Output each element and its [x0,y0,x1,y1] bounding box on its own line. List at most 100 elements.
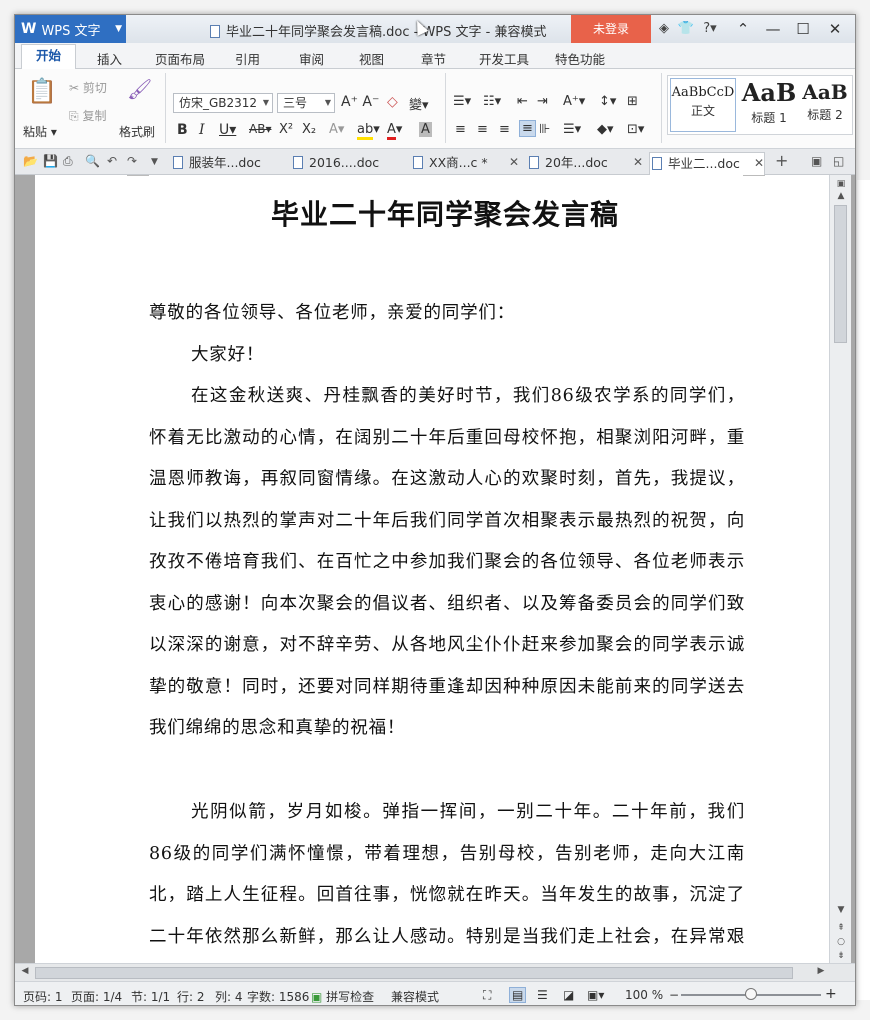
indent-icon[interactable]: ⇥ [537,94,548,109]
change-case-icon[interactable]: A⁺▾ [563,94,585,109]
underline-button[interactable]: U▾ [219,122,236,138]
scroll-up-icon[interactable]: ▲ [830,191,852,201]
tab-page-layout[interactable]: 页面布局 [155,49,205,68]
feedback-icon[interactable]: ◈ [655,21,673,36]
tab-review[interactable]: 审阅 [299,49,324,68]
tab-developer[interactable]: 开发工具 [479,49,529,68]
grow-font-icon[interactable]: A⁺ A⁻ [341,94,379,110]
tab-insert[interactable]: 插入 [97,49,122,68]
phonetic-icon[interactable]: 變▾ [409,94,429,113]
vertical-scrollbar[interactable]: ▣ ▲ ▼ ⇞ ○ ⇟ [829,175,851,963]
sort-icon[interactable]: ↕▾ [599,94,616,109]
tab-home[interactable]: 开始 [21,44,77,70]
style-normal[interactable]: AaBbCcD 正文 [670,78,736,132]
doc-tab-2[interactable]: 2016....doc [291,152,405,175]
paste-button[interactable]: 粘贴 ▾ [23,123,57,140]
text-effect-icon[interactable]: A▾ [329,122,344,137]
zoom-level[interactable]: 100 % [625,988,663,1002]
line-spacing-icon[interactable]: ☰▾ [563,122,581,137]
subscript-button[interactable]: X₂ [302,122,316,137]
page-view-icon[interactable]: ▤ [509,987,527,1003]
redo-icon[interactable]: ↷ [127,154,137,168]
collapse-ribbon-button[interactable]: ⌃ [729,17,757,41]
doc-tab-4[interactable]: 20年...doc ✕ [527,152,643,175]
align-left-icon[interactable]: ≡ [455,122,466,137]
scroll-left-icon[interactable]: ◀ [17,966,33,976]
numbered-list-icon[interactable]: ☷▾ [483,94,501,109]
italic-button[interactable]: I [199,122,205,138]
style-heading-2[interactable]: AaB 标题 2 [798,78,852,132]
horizontal-scrollbar[interactable]: ◀ ▶ [15,963,855,981]
login-button[interactable]: 未登录 [571,15,651,43]
next-page-icon[interactable]: ⇟ [830,951,852,961]
scrollbar-thumb[interactable] [834,205,847,343]
font-size-select[interactable]: 三号 ▼ [277,93,335,113]
shading-icon[interactable]: ◆▾ [597,122,614,137]
open-icon[interactable]: 📂 [23,154,38,168]
copy-button[interactable]: ⎘ 复制 [69,107,106,124]
char-shading-icon[interactable]: A [419,122,432,137]
close-button[interactable]: ✕ [821,17,849,41]
align-right-icon[interactable]: ≡ [499,122,510,137]
status-page-code[interactable]: 页码: 1 [23,988,63,1005]
format-painter-button[interactable]: 格式刷 [119,123,155,140]
select-browse-icon[interactable]: ○ [830,937,852,947]
print-preview-icon[interactable]: 🔍 [85,154,100,168]
reading-view-icon[interactable]: ▣▾ [587,988,604,1002]
bullet-list-icon[interactable]: ☰▾ [453,94,471,109]
horizontal-scrollbar-thumb[interactable] [35,967,793,979]
minimize-button[interactable]: — [759,17,787,41]
prev-page-icon[interactable]: ⇞ [830,923,852,933]
doc-tab-1[interactable]: 服装年...doc [171,152,285,175]
wps-app-menu-button[interactable]: W WPS 文字 ▼ [15,15,126,43]
quick-access-menu-icon[interactable]: ▼ [151,157,158,167]
new-tab-icon[interactable]: + [775,151,788,170]
font-color-icon[interactable]: A▾ [387,122,402,140]
borders-icon[interactable]: ⊡▾ [627,122,644,137]
fullscreen-view-icon[interactable]: ⛶ [483,988,491,1003]
distribute-icon[interactable]: ⊪ [539,122,550,137]
scroll-right-icon[interactable]: ▶ [813,966,829,976]
align-center-icon[interactable]: ≡ [477,122,488,137]
cut-button[interactable]: ✂ 剪切 [69,79,107,96]
tab-chapter[interactable]: 章节 [421,49,446,68]
tab-special-features[interactable]: 特色功能 [555,49,605,68]
clear-format-icon[interactable]: ◇ [387,94,398,110]
highlight-icon[interactable]: ab▾ [357,122,380,140]
tab-list-icon[interactable]: ▣ [811,154,822,168]
bold-button[interactable]: B [177,122,188,138]
print-icon[interactable]: ⎙ [63,154,73,169]
help-icon[interactable]: ?▾ [701,21,719,36]
zoom-in-icon[interactable]: + [825,986,837,1002]
undo-icon[interactable]: ↶ [107,154,117,168]
ruler-toggle-icon[interactable]: ▣ [830,179,852,189]
maximize-button[interactable]: ☐ [789,17,817,41]
strikethrough-button[interactable]: AB▾ [249,122,271,136]
tab-options-icon[interactable]: ◱ [833,154,844,168]
superscript-button[interactable]: X² [279,122,293,137]
close-tab-icon[interactable]: ✕ [509,152,519,173]
outline-view-icon[interactable]: ☰ [537,988,548,1002]
save-icon[interactable]: 💾 [43,154,58,168]
doc-tab-5[interactable]: 毕业二...doc ✕ [649,152,765,175]
scroll-down-icon[interactable]: ▼ [830,905,852,915]
status-word-count[interactable]: 字数: 1586 [247,988,309,1005]
tab-references[interactable]: 引用 [235,49,260,68]
spell-check-button[interactable]: ▣ 拼写检查 [311,988,374,1005]
zoom-slider-knob[interactable] [745,988,757,1000]
table-border-icon[interactable]: ⊞ [627,94,638,109]
status-pages[interactable]: 页面: 1/4 [71,988,122,1005]
style-heading-1[interactable]: AaB 标题 1 [736,78,802,132]
doc-tab-3[interactable]: XX商...c * ✕ [411,152,519,175]
paste-icon[interactable]: 📋 [27,77,57,105]
close-tab-icon[interactable]: ✕ [754,153,764,174]
close-tab-icon[interactable]: ✕ [633,152,643,173]
tab-view[interactable]: 视图 [359,49,384,68]
zoom-out-icon[interactable]: − [669,988,679,1002]
skin-icon[interactable]: 👕 [677,21,695,36]
web-view-icon[interactable]: ◪ [563,988,574,1002]
outdent-icon[interactable]: ⇤ [517,94,528,109]
justify-icon[interactable]: ≡ [519,120,536,137]
font-name-select[interactable]: 仿宋_GB2312 ▼ [173,93,273,113]
page[interactable]: 毕业二十年同学聚会发言稿 尊敬的各位领导、各位老师，亲爱的同学们： 大家好！ 在… [35,175,829,963]
